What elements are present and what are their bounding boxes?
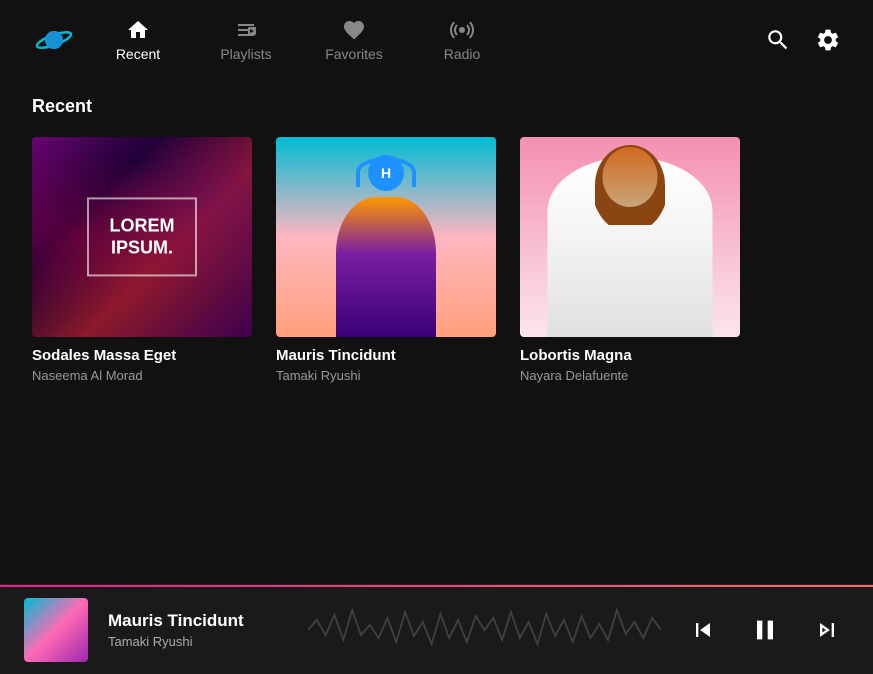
nav-favorites[interactable]: Favorites [324,18,384,62]
card-1-image: LOREM IPSUM. [32,137,252,337]
skip-prev-icon [689,616,717,644]
radio-icon [450,18,474,42]
nav-playlists[interactable]: Playlists [216,18,276,62]
card-1-title: Sodales Massa Eget [32,347,252,364]
section-title: Recent [32,96,841,117]
search-button[interactable] [765,27,791,53]
card-3-image [520,137,740,337]
pause-button[interactable] [741,606,789,654]
lorem-box: LOREM IPSUM. [87,197,197,276]
card-1[interactable]: LOREM IPSUM. Sodales Massa Eget Naseema … [32,137,252,383]
settings-button[interactable] [815,27,841,53]
nav-radio[interactable]: Radio [432,18,492,62]
nav-playlists-label: Playlists [220,46,271,62]
player-thumbnail [24,598,88,662]
card-1-artwork: LOREM IPSUM. [32,137,252,337]
main-content: Recent LOREM IPSUM. Sodales Massa Eget N… [0,80,873,584]
lorem-text: LOREM IPSUM. [109,215,175,258]
card-3-artwork [520,137,740,337]
next-button[interactable] [805,608,849,652]
heart-icon [342,18,366,42]
nav-right [765,27,841,53]
search-icon [765,27,791,53]
nav-items: Recent Playlists Favorites Radio [108,18,765,62]
card-2-artwork: H [276,137,496,337]
skip-next-icon [813,616,841,644]
player-waveform [308,600,661,660]
pause-icon [749,614,781,646]
player-info: Mauris Tincidunt Tamaki Ryushi [108,611,288,649]
card-2-image: H [276,137,496,337]
card-1-artist: Naseema Al Morad [32,368,252,383]
waveform-svg [308,600,661,660]
nav-bar: Recent Playlists Favorites Radio [0,0,873,80]
player-controls [681,606,849,654]
card-3[interactable]: Lobortis Magna Nayara Delafuente [520,137,740,383]
card-2-info: Mauris Tincidunt Tamaki Ryushi [276,337,496,383]
nav-recent[interactable]: Recent [108,18,168,62]
card-2[interactable]: H Mauris Tincidunt Tamaki Ryushi [276,137,496,383]
nav-recent-label: Recent [116,46,160,62]
prev-button[interactable] [681,608,725,652]
headphone-badge: H [368,155,404,191]
nav-favorites-label: Favorites [325,46,383,62]
player-thumb-artwork [24,598,88,662]
cards-row: LOREM IPSUM. Sodales Massa Eget Naseema … [32,137,841,383]
card-3-title: Lobortis Magna [520,347,740,364]
card-2-artist: Tamaki Ryushi [276,368,496,383]
player-bar: Mauris Tincidunt Tamaki Ryushi [0,584,873,674]
gear-icon [815,27,841,53]
player-artist: Tamaki Ryushi [108,634,288,649]
card-2-body [336,197,436,337]
app-logo [32,18,76,62]
card-2-title: Mauris Tincidunt [276,347,496,364]
nav-radio-label: Radio [444,46,481,62]
playlist-icon [234,18,258,42]
card-3-info: Lobortis Magna Nayara Delafuente [520,337,740,383]
player-title: Mauris Tincidunt [108,611,288,631]
card-3-head [603,147,658,207]
card-3-artist: Nayara Delafuente [520,368,740,383]
home-icon [126,18,150,42]
card-1-info: Sodales Massa Eget Naseema Al Morad [32,337,252,383]
